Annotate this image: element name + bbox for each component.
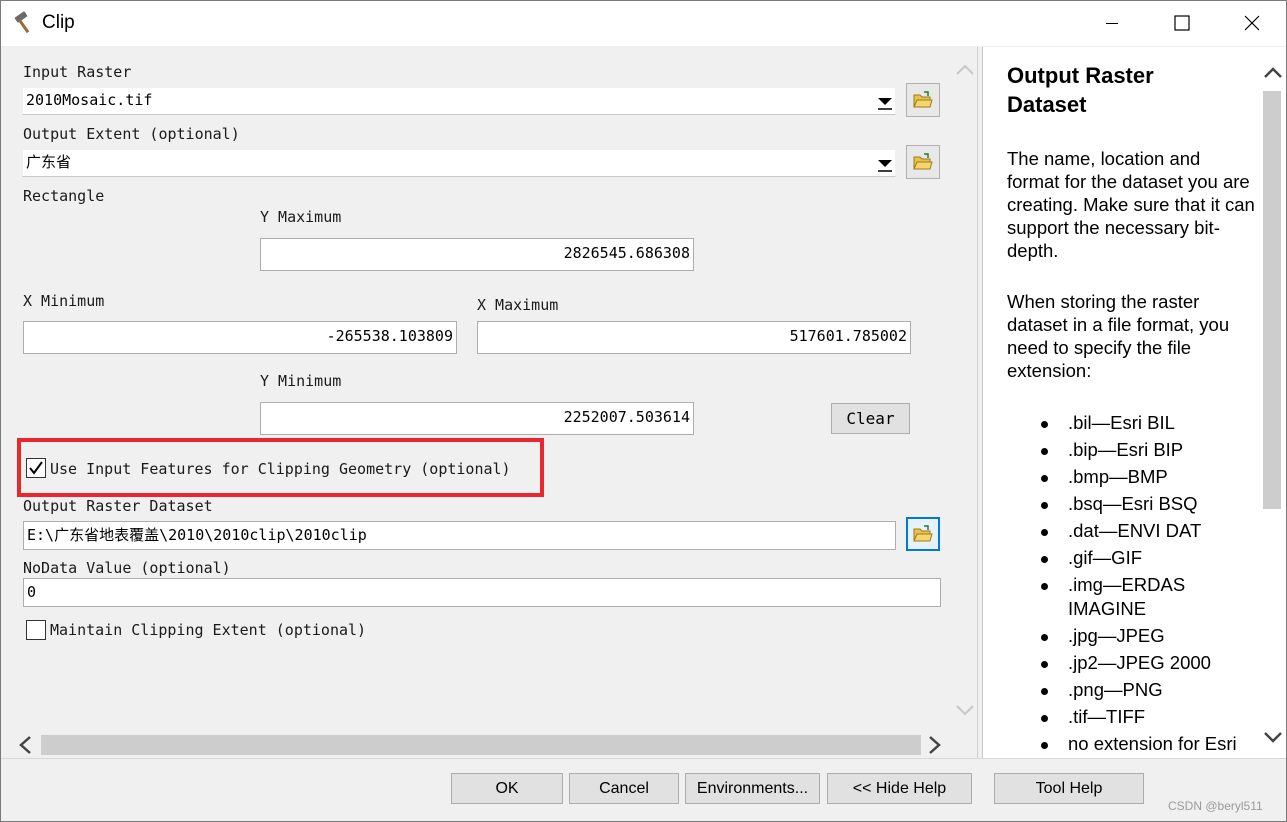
y-max-label: Y Maximum [260, 208, 342, 226]
ok-button[interactable]: OK [451, 773, 563, 804]
list-item: no extension for Esri [1023, 732, 1253, 756]
list-item: .bip—Esri BIP [1023, 438, 1253, 462]
use-input-features-checkbox[interactable] [26, 458, 46, 478]
help-paragraph-1: The name, location and format for the da… [1007, 148, 1255, 261]
folder-icon [913, 91, 933, 108]
list-item: .tif—TIFF [1023, 705, 1253, 729]
tool-help-button[interactable]: Tool Help [994, 773, 1144, 804]
list-item: .png—PNG [1023, 678, 1253, 702]
vertical-scrollbar[interactable] [952, 47, 978, 737]
cancel-button[interactable]: Cancel [569, 773, 679, 804]
clear-button[interactable]: Clear [831, 403, 910, 434]
scroll-down-arrow [956, 705, 974, 716]
scroll-down-arrow[interactable] [1260, 725, 1286, 749]
output-raster-browse-button[interactable] [906, 517, 940, 551]
folder-icon [913, 153, 933, 170]
nodata-label: NoData Value (optional) [23, 559, 231, 577]
input-raster-value: 2010Mosaic.tif [26, 91, 153, 109]
help-title: Output Raster Dataset [1007, 63, 1154, 117]
list-item: .bmp—BMP [1023, 465, 1253, 489]
checkmark-icon [29, 461, 43, 475]
scroll-right-arrow[interactable] [922, 733, 946, 757]
hammer-icon [14, 11, 30, 34]
minimize-button[interactable] [1076, 1, 1146, 46]
clip-dialog: Clip Input Raster 2010Mosaic.tif Output … [0, 0, 1287, 822]
help-paragraph-2: When storing the raster dataset in a fil… [1007, 291, 1230, 381]
help-scroll-thumb[interactable] [1263, 91, 1281, 509]
scroll-up-arrow[interactable] [1260, 61, 1286, 85]
horizontal-scrollbar[interactable] [14, 733, 949, 757]
hide-help-button[interactable]: << Hide Help [827, 773, 972, 804]
format-list: .bil—Esri BIL .bip—Esri BIP .bmp—BMP .bs… [1023, 411, 1253, 759]
nodata-input[interactable]: 0 [23, 578, 941, 607]
list-item: .gif—GIF [1023, 546, 1253, 570]
close-button[interactable] [1216, 1, 1286, 46]
input-raster-label: Input Raster [23, 63, 132, 81]
input-raster-browse-button[interactable] [906, 83, 940, 117]
horizontal-scroll-thumb[interactable] [41, 735, 921, 755]
output-extent-label: Output Extent (optional) [23, 125, 240, 143]
maintain-extent-label: Maintain Clipping Extent (optional) [50, 621, 367, 639]
x-min-label: X Minimum [23, 292, 105, 310]
folder-icon [913, 525, 933, 542]
y-min-label: Y Minimum [260, 372, 342, 390]
title-bar: Clip [1, 1, 1286, 46]
input-raster-field[interactable]: 2010Mosaic.tif [22, 87, 896, 115]
rectangle-label: Rectangle [23, 187, 105, 205]
maintain-extent-checkbox[interactable] [26, 620, 46, 640]
maximize-button[interactable] [1146, 1, 1216, 46]
button-bar: OK Cancel Environments... << Hide Help T… [1, 758, 1286, 821]
list-item: .jpg—JPEG [1023, 624, 1253, 648]
x-max-label: X Maximum [477, 296, 559, 314]
chevron-down-icon[interactable] [876, 150, 894, 176]
output-extent-value: 广东省 [26, 153, 72, 171]
list-item: .dat—ENVI DAT [1023, 519, 1253, 543]
chevron-down-icon[interactable] [876, 88, 894, 114]
watermark: CSDN @beryl511 [1168, 799, 1263, 813]
list-item: .bil—Esri BIL [1023, 411, 1253, 435]
use-input-features-label: Use Input Features for Clipping Geometry… [50, 460, 511, 478]
y-min-input[interactable]: 2252007.503614 [260, 402, 694, 435]
list-item: .img—ERDAS IMAGINE [1023, 573, 1253, 621]
output-extent-field[interactable]: 广东省 [22, 149, 896, 177]
x-max-input[interactable]: 517601.785002 [477, 321, 911, 354]
output-raster-label: Output Raster Dataset [23, 497, 213, 515]
output-extent-browse-button[interactable] [906, 145, 940, 179]
parameters-panel: Input Raster 2010Mosaic.tif Output Exten… [4, 47, 977, 758]
help-panel: Output Raster Dataset The name, location… [982, 47, 1286, 758]
x-min-input[interactable]: -265538.103809 [23, 321, 457, 354]
list-item: .bsq—Esri BSQ [1023, 492, 1253, 516]
output-raster-input[interactable]: E:\广东省地表覆盖\2010\2010clip\2010clip [23, 521, 896, 550]
list-item: .jp2—JPEG 2000 [1023, 651, 1253, 675]
window-title: Clip [42, 12, 75, 33]
help-scrollbar[interactable] [1260, 55, 1286, 755]
y-max-input[interactable]: 2826545.686308 [260, 238, 694, 271]
scroll-up-arrow [956, 64, 974, 75]
scroll-left-arrow[interactable] [14, 733, 38, 757]
environments-button[interactable]: Environments... [685, 773, 820, 804]
